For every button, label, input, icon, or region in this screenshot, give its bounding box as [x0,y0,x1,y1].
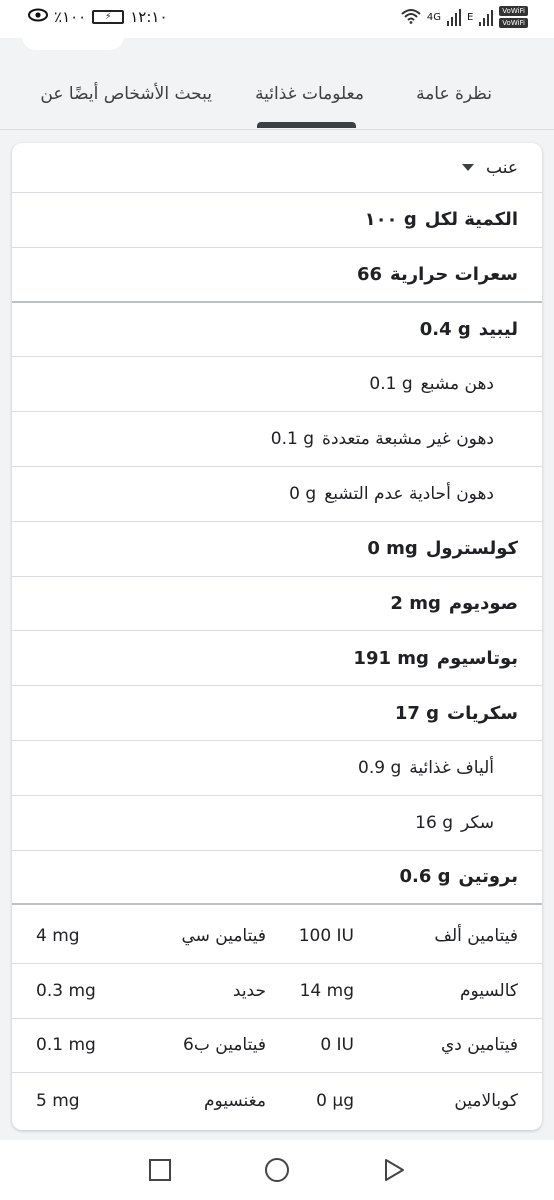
nutrition-card: عنب الكمية لكل ١٠٠ g سعرات حرارية 66 ليب… [12,143,542,1130]
vitamins-table: فيتامين ألف 100 IU فيتامين سي 4 mg كالسي… [12,909,542,1128]
eye-icon [28,8,48,26]
tab-people-also-search[interactable]: يبحث الأشخاص أيضًا عن [30,84,222,104]
vitamin-label: كالسيوم [459,980,518,1001]
calories-row: سعرات حرارية 66 [12,248,542,303]
fat-label: ليبيد [478,318,518,340]
serving-value: ١٠٠ g [364,209,417,231]
tab-bar: نظرة عامة معلومات غذائية يبحث الأشخاص أي… [0,60,554,130]
vowifi-badge: VoWiFi [499,18,528,28]
mono-fat-row: دهون أحادية عدم التشبع 0 g [12,467,542,522]
serving-row: الكمية لكل ١٠٠ g [12,193,542,248]
recents-square-icon[interactable] [148,1158,172,1186]
carbs-label: سكريات [447,702,518,724]
potassium-row: بوتاسيوم 191 mg [12,631,542,687]
protein-value: 0.6 g [399,866,451,888]
vitamin-row: كوبالامين 0 µg مغنسيوم 5 mg [12,1073,542,1128]
serving-label: الكمية لكل [424,209,518,231]
calories-label: سعرات حرارية [390,263,518,285]
vitamin-label: فيتامين ألف [434,925,518,946]
sat-fat-value: 0.1 g [369,374,413,395]
caret-down-icon [462,164,475,171]
sodium-label: صوديوم [448,592,518,614]
vitamin-value: 100 IU [298,925,354,946]
fat-row: ليبيد 0.4 g [12,303,542,358]
vitamin-value: 5 mg [36,1090,80,1111]
fiber-label: ألياف غذائية [409,757,494,778]
protein-row: بروتين 0.6 g [12,851,542,906]
network-type-4g: 4G [426,11,441,23]
vitamin-value: 0.3 mg [36,980,96,1001]
potassium-label: بوتاسيوم [436,647,518,669]
cholesterol-row: كولسترول 0 mg [12,522,542,577]
vitamin-value: 0 µg [316,1090,354,1111]
mono-fat-label: دهون أحادية عدم التشبع [324,483,494,504]
home-circle-icon[interactable] [264,1157,290,1187]
food-dropdown[interactable]: عنب [12,143,542,193]
vitamin-value: 14 mg [299,980,354,1001]
cholesterol-value: 0 mg [367,538,418,560]
potassium-value: 191 mg [353,647,429,669]
fiber-row: ألياف غذائية 0.9 g [12,741,542,796]
vitamin-row: كالسيوم 14 mg حديد 0.3 mg [12,964,542,1019]
dropdown-label: عنب [486,157,518,178]
battery-percent: ٪١٠٠ [54,8,87,26]
vowifi-badge: VoWiFi [499,6,528,16]
status-right: 4G E VoWiFi VoWiFi [401,6,528,28]
poly-fat-value: 0.1 g [270,429,315,450]
carbs-value: 17 g [394,702,440,724]
vitamin-label: فيتامين ب6 [183,1035,266,1056]
sugar-row: سكر 16 g [12,796,542,851]
vowifi-badges: VoWiFi VoWiFi [499,6,528,28]
search-bar-remnant[interactable] [22,30,124,50]
vitamin-row: فيتامين دي 0 IU فيتامين ب6 0.1 mg [12,1019,542,1074]
vitamin-label: كوبالامين [454,1090,518,1111]
signal-icon-2 [479,8,494,26]
sodium-row: صوديوم 2 mg [12,577,542,632]
poly-fat-row: دهون غير مشبعة متعددة 0.1 g [12,412,542,467]
sat-fat-row: دهن مشبع 0.1 g [12,357,542,413]
fat-value: 0.4 g [419,318,471,340]
vitamin-value: 0.1 mg [36,1035,96,1056]
cholesterol-label: كولسترول [425,538,518,560]
tab-overview[interactable]: نظرة عامة [406,84,502,104]
carbs-row: سكريات 17 g [12,686,542,741]
mono-fat-value: 0 g [289,483,317,504]
vitamin-label: فيتامين دي [440,1035,518,1056]
sat-fat-label: دهن مشبع [420,374,494,395]
sodium-value: 2 mg [390,592,441,614]
protein-label: بروتين [458,866,518,888]
sugar-label: سكر [460,812,494,833]
navigation-bar [0,1140,554,1200]
vitamin-label: مغنسيوم [203,1090,266,1111]
poly-fat-label: دهون غير مشبعة متعددة [322,429,494,450]
wifi-icon [401,8,421,27]
signal-icon [446,8,461,26]
tab-nutrition-info[interactable]: معلومات غذائية [245,84,374,104]
back-triangle-icon[interactable] [382,1158,406,1186]
network-type-e: E [466,11,474,23]
vitamin-value: 0 IU [320,1035,354,1056]
active-tab-indicator [257,122,356,128]
vitamin-label: حديد [232,980,266,1001]
vitamin-row: فيتامين ألف 100 IU فيتامين سي 4 mg [12,909,542,964]
fiber-value: 0.9 g [358,757,402,778]
status-left: ٪١٠٠ ⚡ ١٢:١٠ [28,8,168,26]
calories-value: 66 [356,263,383,285]
battery-icon: ⚡ [92,10,125,24]
clock: ١٢:١٠ [130,8,168,26]
vitamin-label: فيتامين سي [181,925,266,946]
vitamin-value: 4 mg [36,925,80,946]
sugar-value: 16 g [415,812,453,833]
